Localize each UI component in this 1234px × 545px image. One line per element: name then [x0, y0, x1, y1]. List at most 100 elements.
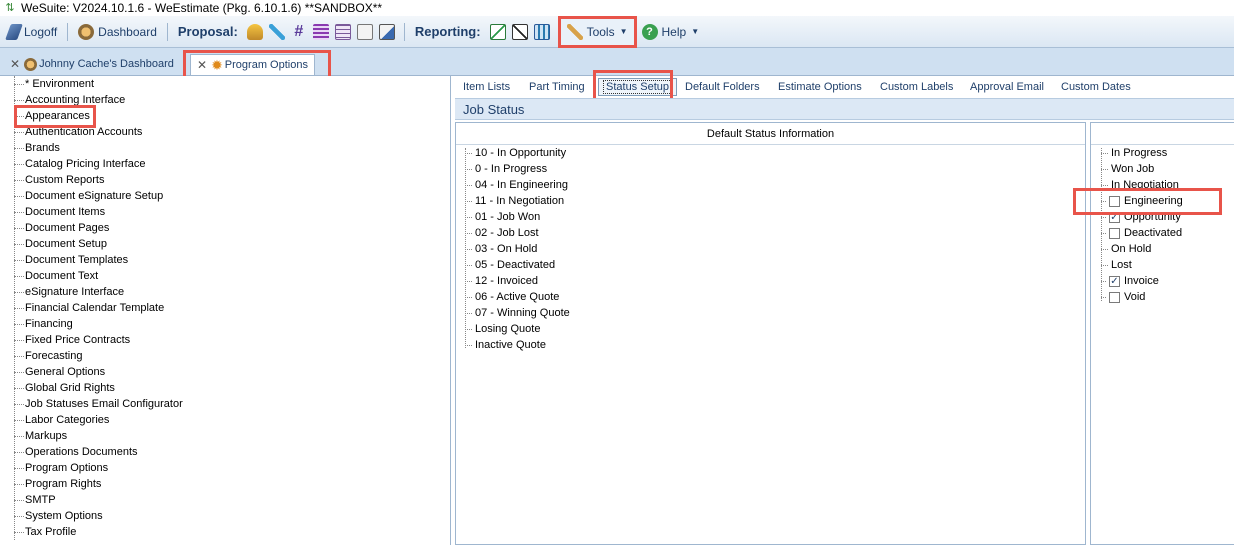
tree-item-label: Document Items	[25, 206, 106, 218]
tree-item[interactable]: Global Grid Rights	[0, 380, 115, 396]
tree-item[interactable]: Program Options	[0, 460, 108, 476]
tree-item-label: Program Rights	[25, 478, 102, 490]
default-status-label: 12 - Invoiced	[475, 275, 538, 287]
list-icon[interactable]	[312, 23, 329, 40]
tree-item[interactable]: Labor Categories	[0, 412, 109, 428]
default-status-item[interactable]: 02 - Job Lost	[465, 225, 539, 241]
tree-item[interactable]: Document Pages	[0, 220, 109, 236]
custom-status-item[interactable]: Lost	[1101, 257, 1132, 273]
default-status-item[interactable]: 10 - In Opportunity	[465, 145, 566, 161]
tree-connector	[14, 339, 24, 341]
title-bar: ⇅ WeSuite: V2024.10.1.6 - WeEstimate (Pk…	[0, 0, 1234, 16]
tab-part-timing[interactable]: Part Timing	[525, 78, 589, 96]
default-status-label: Inactive Quote	[475, 339, 546, 351]
document-icon[interactable]	[356, 23, 373, 40]
document-edit-icon[interactable]	[378, 23, 395, 40]
tree-item[interactable]: General Options	[0, 364, 105, 380]
tree-item-label: Document eSignature Setup	[25, 190, 164, 202]
custom-status-item[interactable]: Void	[1101, 289, 1145, 305]
section-header: Job Status	[455, 98, 1234, 120]
logoff-button[interactable]: Logoff	[4, 21, 61, 43]
tools-cross-icon[interactable]	[268, 23, 285, 40]
default-status-item[interactable]: Losing Quote	[465, 321, 540, 337]
tree-item[interactable]: Job Statuses Email Configurator	[0, 396, 183, 412]
tree-item[interactable]: Financial Calendar Template	[0, 300, 164, 316]
tree-item[interactable]: Catalog Pricing Interface	[0, 156, 145, 172]
tree-item-label: Financial Calendar Template	[25, 302, 165, 314]
default-status-item[interactable]: 11 - In Negotiation	[465, 193, 564, 209]
tree-connector	[14, 227, 24, 229]
tree-item[interactable]: SMTP	[0, 492, 56, 508]
default-status-item[interactable]: 01 - Job Won	[465, 209, 540, 225]
tree-connector	[14, 147, 24, 149]
default-status-item[interactable]: 03 - On Hold	[465, 241, 537, 257]
tree-item[interactable]: * Environment	[0, 76, 94, 92]
tree-item[interactable]: eSignature Interface	[0, 284, 124, 300]
chart-line-icon[interactable]	[489, 23, 506, 40]
tab-item-lists[interactable]: Item Lists	[459, 78, 514, 96]
report-icon[interactable]	[533, 23, 550, 40]
status-checkbox[interactable]: ✓	[1109, 275, 1120, 287]
main-toolbar: Logoff Dashboard Proposal: # Reporting: …	[0, 15, 1234, 48]
tree-item[interactable]: Document Items	[0, 204, 105, 220]
tree-item[interactable]: Custom Reports	[0, 172, 104, 188]
status-checkbox[interactable]	[1109, 291, 1120, 303]
tree-connector	[14, 259, 24, 261]
tab-dashboard[interactable]: ✕ Johnny Cache's Dashboard	[4, 54, 180, 74]
tab-custom-labels[interactable]: Custom Labels	[876, 78, 957, 96]
tree-item[interactable]: Fixed Price Contracts	[0, 332, 130, 348]
tree-item[interactable]: Forecasting	[0, 348, 82, 364]
tree-connector	[14, 323, 24, 325]
chart-trend-icon[interactable]	[511, 23, 528, 40]
tree-item-label: General Options	[25, 366, 106, 378]
status-setup-highlight	[593, 70, 673, 101]
default-status-item[interactable]: 05 - Deactivated	[465, 257, 555, 273]
tab-approval-email[interactable]: Approval Email	[966, 78, 1048, 96]
help-menu-button[interactable]: ? Help ▼	[638, 21, 704, 43]
tree-item[interactable]: Markups	[0, 428, 67, 444]
tree-item[interactable]: Brands	[0, 140, 60, 156]
status-checkbox[interactable]	[1109, 227, 1120, 239]
toolbar-separator	[67, 22, 69, 41]
default-status-item[interactable]: 0 - In Progress	[465, 161, 547, 177]
default-status-item[interactable]: 07 - Winning Quote	[465, 305, 570, 321]
custom-status-item[interactable]: On Hold	[1101, 241, 1151, 257]
customer-icon[interactable]	[246, 23, 263, 40]
default-status-item[interactable]: 12 - Invoiced	[465, 273, 538, 289]
tree-connector	[14, 467, 24, 469]
tree-item[interactable]: Financing	[0, 316, 73, 332]
default-status-label: 05 - Deactivated	[475, 259, 556, 271]
custom-status-item[interactable]: Won Job	[1101, 161, 1154, 177]
tree-item[interactable]: Program Rights	[0, 476, 101, 492]
tree-item[interactable]: Operations Documents	[0, 444, 138, 460]
tree-item[interactable]: Document Text	[0, 268, 98, 284]
tree-item[interactable]: System Options	[0, 508, 103, 524]
custom-status-item[interactable]: ✓ Invoice	[1101, 273, 1159, 289]
tree-item[interactable]: Document Templates	[0, 252, 128, 268]
tree-item-label: Forecasting	[25, 350, 83, 362]
options-tree: * Environment Accounting Interface Appeara…	[0, 76, 451, 545]
custom-status-item[interactable]: Deactivated	[1101, 225, 1182, 241]
tools-menu-button[interactable]: Tools ▼	[557, 15, 637, 48]
default-status-item[interactable]: Inactive Quote	[465, 337, 546, 353]
notes-icon[interactable]	[334, 23, 351, 40]
custom-status-item[interactable]: In Progress	[1101, 145, 1167, 161]
tree-item[interactable]: Tax Profile	[0, 524, 76, 540]
tree-item-label: Tax Profile	[25, 526, 77, 538]
settings-tab-bar: Item Lists Part Timing Status Setup Defa…	[455, 76, 1234, 98]
tree-item[interactable]: Document eSignature Setup	[0, 188, 163, 204]
close-icon[interactable]: ✕	[10, 57, 20, 71]
dashboard-icon	[78, 23, 95, 40]
default-status-item[interactable]: 04 - In Engineering	[465, 177, 568, 193]
tree-connector	[1101, 152, 1108, 154]
default-status-item[interactable]: 06 - Active Quote	[465, 289, 559, 305]
tree-item[interactable]: Document Setup	[0, 236, 107, 252]
tree-connector	[465, 328, 472, 330]
tree-item-label: Custom Reports	[25, 174, 105, 186]
grid-icon[interactable]: #	[291, 23, 307, 40]
tab-default-folders[interactable]: Default Folders	[681, 78, 764, 96]
dashboard-button[interactable]: Dashboard	[74, 21, 161, 43]
tab-custom-dates[interactable]: Custom Dates	[1057, 78, 1135, 96]
tab-estimate-options[interactable]: Estimate Options	[774, 78, 866, 96]
tree-connector	[14, 275, 24, 277]
